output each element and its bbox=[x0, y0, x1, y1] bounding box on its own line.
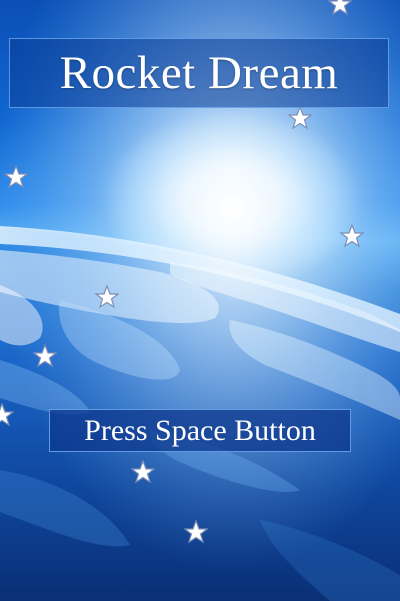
start-prompt-label: Press Space Button bbox=[84, 413, 316, 447]
star-icon bbox=[328, 0, 352, 16]
star-icon bbox=[288, 106, 312, 130]
star-icon bbox=[95, 285, 119, 309]
start-button[interactable]: Press Space Button bbox=[49, 409, 351, 452]
game-title: Rocket Dream bbox=[59, 46, 339, 99]
star-icon bbox=[0, 403, 14, 427]
title-panel: Rocket Dream bbox=[9, 38, 389, 108]
star-icon bbox=[33, 344, 57, 368]
game-screen[interactable]: Rocket Dream Press Space Button bbox=[0, 0, 400, 601]
star-icon bbox=[184, 520, 208, 544]
star-icon bbox=[340, 224, 364, 248]
star-icon bbox=[4, 165, 28, 189]
star-icon bbox=[131, 460, 155, 484]
